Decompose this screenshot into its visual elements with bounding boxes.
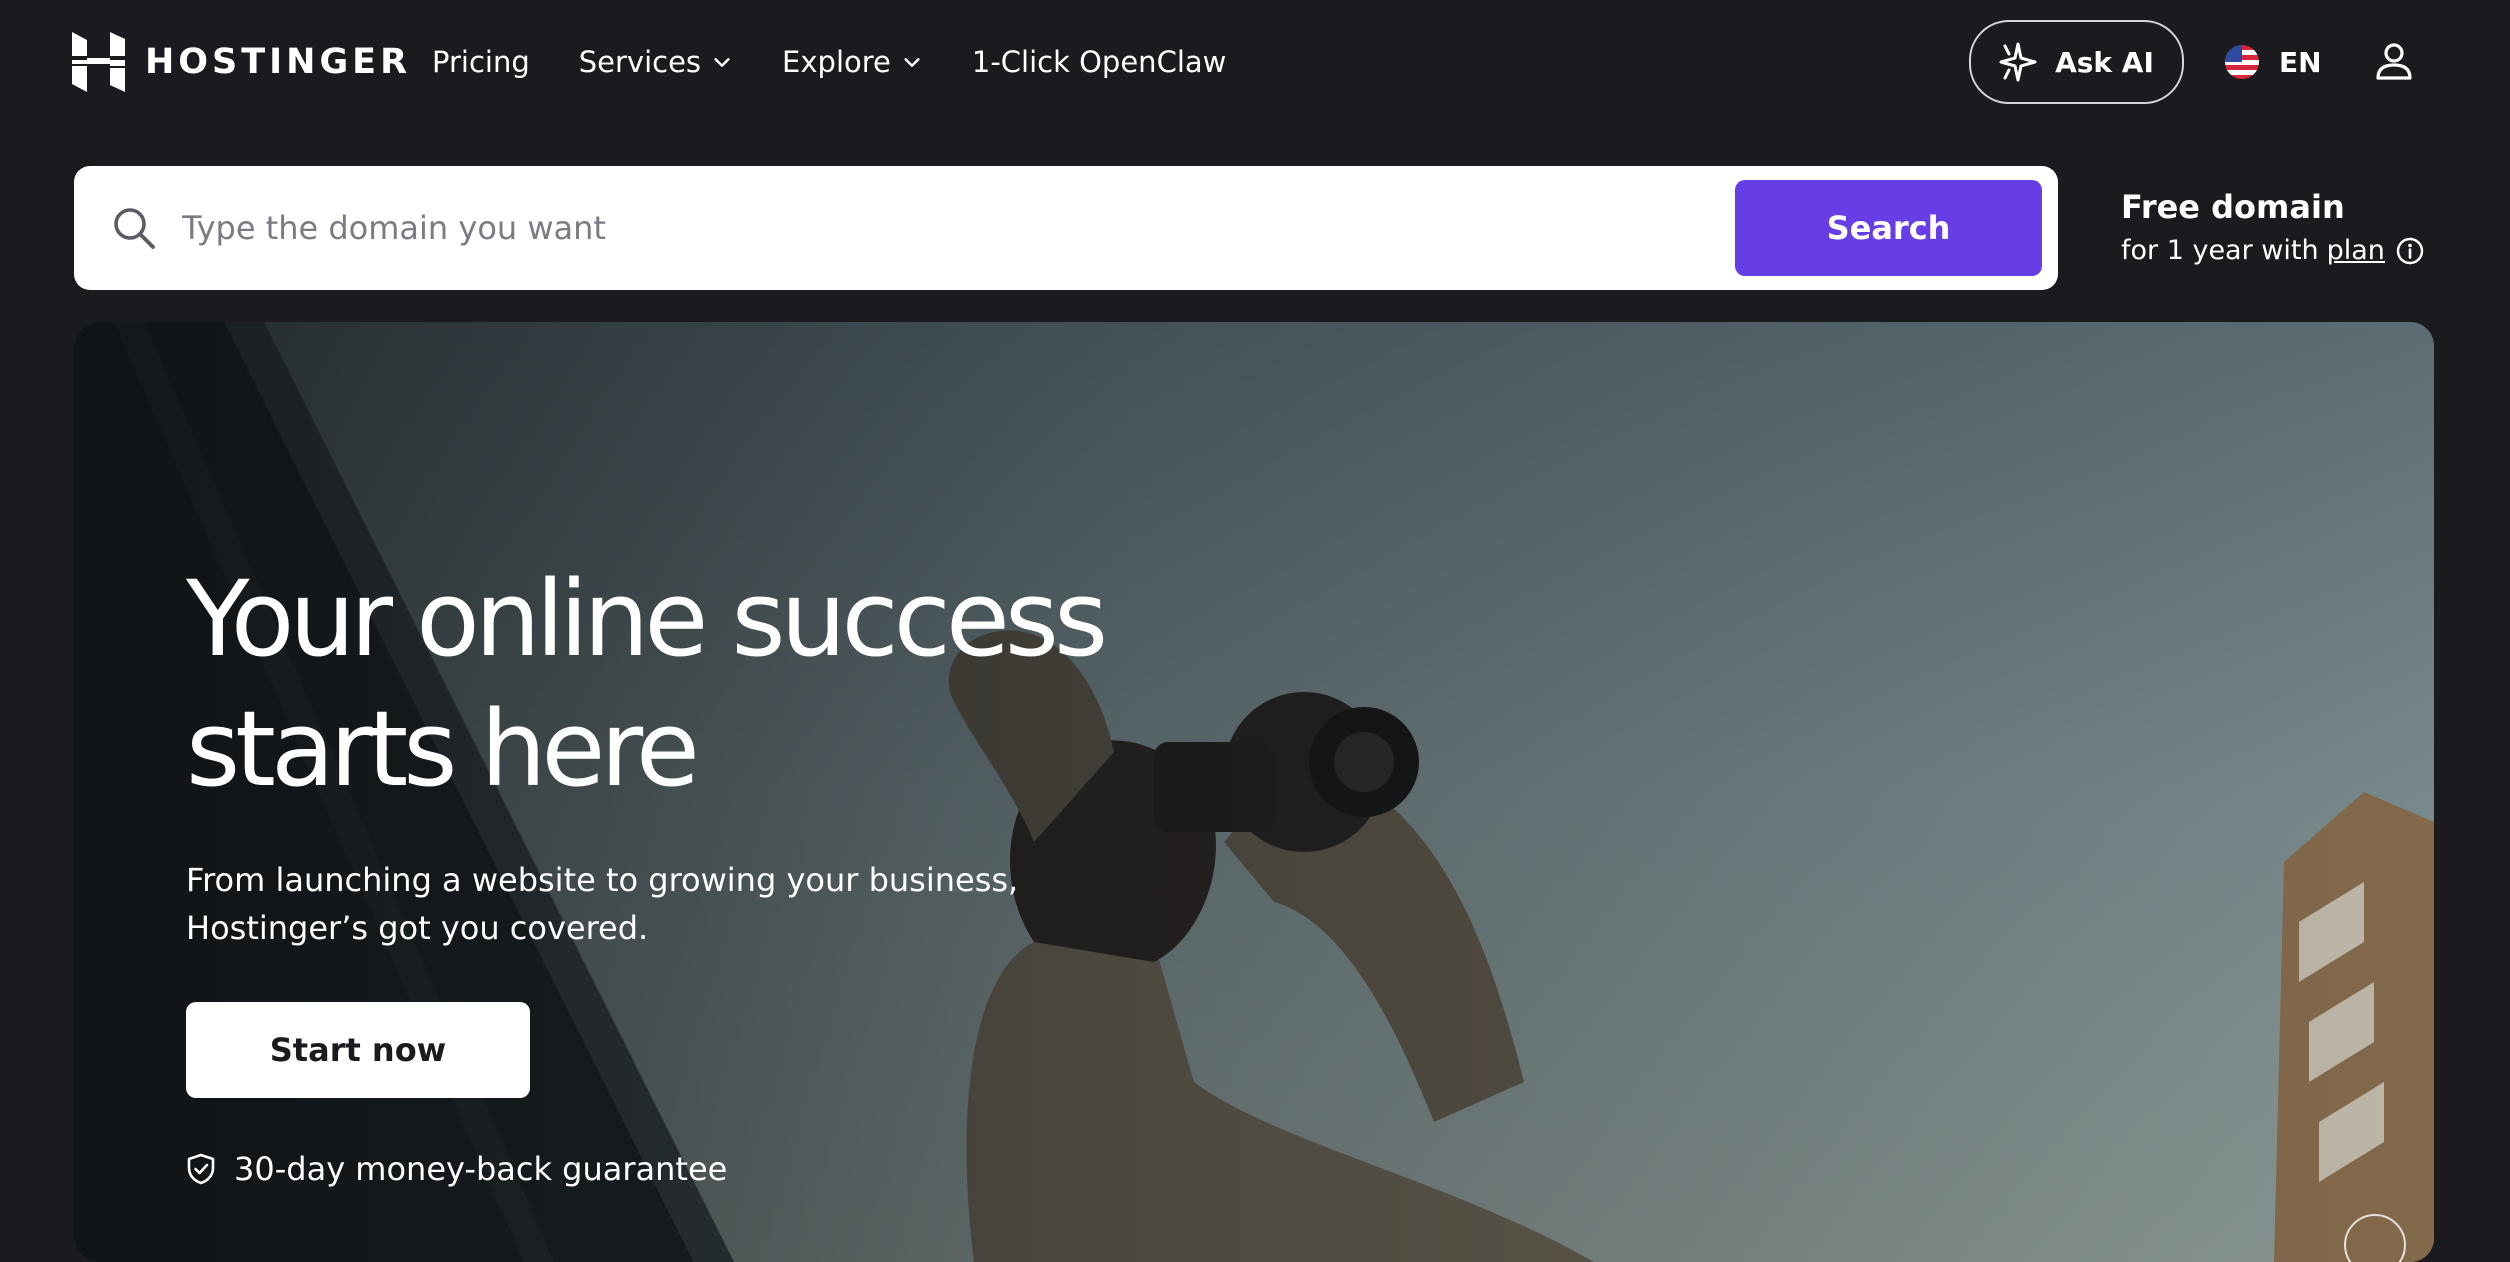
- nav-item-label: Explore: [782, 45, 891, 79]
- guarantee-text: 30-day money-back guarantee: [234, 1150, 728, 1188]
- account-button[interactable]: [2370, 38, 2418, 86]
- nav-item-services[interactable]: Services: [579, 45, 733, 79]
- hero-title-line: starts here: [186, 688, 700, 810]
- start-now-button[interactable]: Start now: [186, 1002, 530, 1098]
- domain-search-input[interactable]: [180, 196, 1780, 260]
- logo-text: HOSTINGER: [145, 42, 412, 82]
- hostinger-logo-link[interactable]: HOSTINGER: [72, 32, 411, 92]
- free-domain-subtitle: for 1 year with plan: [2121, 230, 2501, 272]
- info-icon[interactable]: [2395, 236, 2425, 266]
- domain-search-box: Search: [74, 166, 2058, 290]
- hero-section: Your online success starts here From lau…: [74, 322, 2434, 1262]
- language-selector[interactable]: EN: [2225, 40, 2322, 84]
- language-code: EN: [2279, 45, 2322, 79]
- money-back-guarantee: 30-day money-back guarantee: [186, 1145, 727, 1193]
- nav-item-openclaw[interactable]: 1-Click OpenClaw: [972, 45, 1227, 79]
- search-icon: [114, 208, 155, 249]
- nav-item-label: Services: [578, 45, 702, 79]
- us-flag-icon: [2225, 45, 2259, 79]
- site-header: HOSTINGER Pricing Services Explore 1-Cli…: [0, 0, 2510, 124]
- hero-subtitle: From launching a website to growing your…: [186, 861, 1019, 947]
- nav-item-label: 1-Click OpenClaw: [971, 45, 1227, 79]
- shield-check-icon: [187, 1153, 215, 1185]
- sparkle-ai-icon: [1999, 42, 2037, 82]
- nav-item-explore[interactable]: Explore: [782, 45, 923, 79]
- hero-title-line: Your online success: [186, 558, 1108, 680]
- ask-ai-button[interactable]: Ask AI: [1969, 20, 2184, 104]
- user-icon: [2376, 43, 2412, 80]
- free-domain-promo: Free domain for 1 year with plan: [2121, 184, 2501, 272]
- chevron-down-icon: [904, 58, 920, 67]
- free-domain-title: Free domain: [2121, 188, 2345, 226]
- hero-title: Your online success starts here: [186, 554, 1386, 814]
- plan-link[interactable]: plan: [2327, 230, 2385, 272]
- ask-ai-label: Ask AI: [2055, 45, 2154, 79]
- hostinger-logo-icon: [72, 32, 125, 92]
- chevron-down-icon: [714, 58, 730, 67]
- free-domain-text: for 1 year with: [2121, 235, 2319, 266]
- search-button[interactable]: Search: [1735, 180, 2042, 276]
- main-nav: Pricing Services Explore 1-Click OpenCla…: [432, 38, 1275, 86]
- nav-item-pricing[interactable]: Pricing: [432, 45, 530, 79]
- nav-item-label: Pricing: [432, 45, 530, 79]
